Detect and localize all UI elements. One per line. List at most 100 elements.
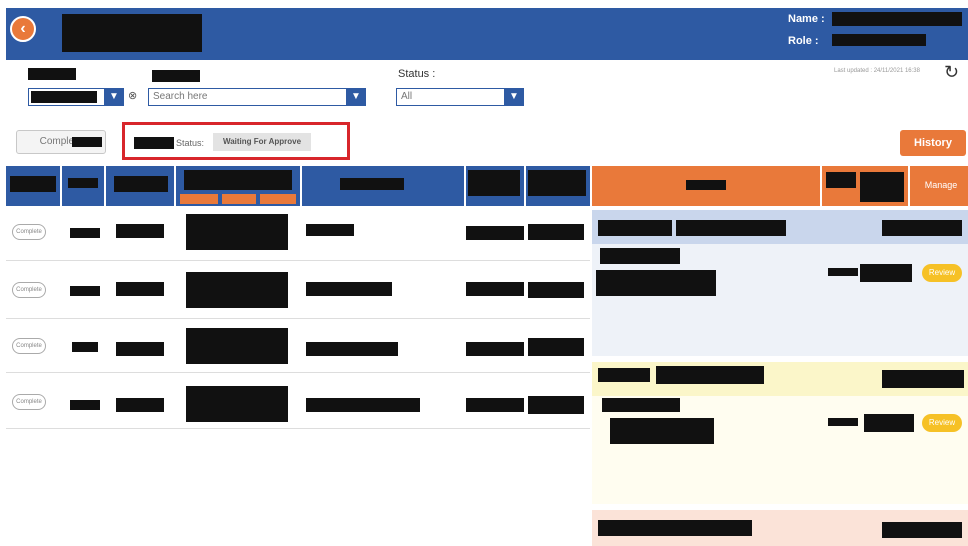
divider bbox=[222, 194, 256, 204]
review-button[interactable]: Review bbox=[922, 414, 962, 432]
redacted-block bbox=[186, 272, 288, 308]
redacted-count bbox=[72, 137, 102, 147]
redacted-block bbox=[70, 228, 100, 238]
redacted-block bbox=[466, 226, 524, 240]
redacted-block bbox=[72, 342, 98, 352]
divider bbox=[524, 166, 526, 206]
redacted-block bbox=[656, 366, 764, 384]
status-text: Status: bbox=[176, 138, 205, 148]
redacted-block bbox=[306, 224, 354, 236]
panel-row-2-body bbox=[592, 396, 968, 504]
redacted-search-label bbox=[152, 70, 200, 82]
search-input[interactable]: Search here ▼ bbox=[148, 88, 366, 106]
divider bbox=[6, 318, 590, 319]
redacted-block bbox=[468, 170, 520, 196]
redacted-block bbox=[828, 418, 858, 426]
redacted-block bbox=[676, 220, 786, 236]
redacted-title bbox=[62, 14, 202, 52]
redacted-block bbox=[186, 214, 288, 250]
redacted-block bbox=[882, 370, 964, 388]
status-select-value: All bbox=[401, 91, 413, 102]
redacted-block bbox=[116, 398, 164, 412]
redacted-filter-label bbox=[28, 68, 76, 80]
redacted-role bbox=[832, 34, 926, 46]
redacted-block bbox=[186, 328, 288, 364]
divider bbox=[260, 194, 296, 204]
status-badge: Complete bbox=[12, 224, 46, 240]
redacted-block bbox=[528, 396, 584, 414]
divider bbox=[300, 166, 302, 206]
review-button[interactable]: Review bbox=[922, 264, 962, 282]
redacted-block bbox=[340, 178, 404, 190]
name-label: Name : bbox=[788, 13, 825, 25]
redacted-block bbox=[598, 220, 672, 236]
divider bbox=[104, 166, 106, 206]
divider bbox=[908, 166, 910, 206]
clear-icon[interactable]: ⊗ bbox=[128, 89, 137, 102]
divider bbox=[6, 260, 590, 261]
redacted-block bbox=[466, 398, 524, 412]
redacted-block bbox=[10, 176, 56, 192]
redacted-block bbox=[68, 178, 98, 188]
chevron-down-icon: ▼ bbox=[346, 88, 366, 106]
redacted-block bbox=[114, 176, 168, 192]
redacted-block bbox=[860, 172, 904, 202]
manage-column-header: Manage bbox=[924, 180, 958, 190]
divider bbox=[6, 428, 590, 429]
divider bbox=[60, 166, 62, 206]
status-select[interactable]: All ▼ bbox=[396, 88, 524, 106]
redacted-block bbox=[860, 264, 912, 282]
redacted-value bbox=[31, 91, 97, 103]
redacted-block bbox=[598, 368, 650, 382]
search-placeholder: Search here bbox=[153, 91, 208, 102]
redacted-block bbox=[466, 282, 524, 296]
divider bbox=[820, 166, 822, 206]
redacted-block bbox=[184, 170, 292, 190]
divider bbox=[6, 372, 590, 373]
waiting-for-approve-badge[interactable]: Waiting For Approve bbox=[213, 133, 311, 151]
divider bbox=[180, 194, 218, 204]
type-select[interactable]: ▼ bbox=[28, 88, 124, 106]
redacted-block bbox=[882, 220, 962, 236]
redacted-block bbox=[882, 522, 962, 538]
divider bbox=[174, 166, 176, 206]
last-updated: Last updated : 24/11/2021 16:38 bbox=[834, 68, 920, 74]
redacted-block bbox=[306, 342, 398, 356]
redacted-block bbox=[864, 414, 914, 432]
table-header-right bbox=[592, 166, 968, 206]
status-badge: Complete bbox=[12, 282, 46, 298]
redacted-name bbox=[832, 12, 962, 26]
redacted-block bbox=[600, 248, 680, 264]
redacted-block bbox=[116, 342, 164, 356]
status-badge: Complete bbox=[12, 394, 46, 410]
redacted-block bbox=[306, 282, 392, 296]
redacted-block bbox=[116, 224, 164, 238]
redacted-block bbox=[686, 180, 726, 190]
redacted-block bbox=[528, 338, 584, 356]
redacted-block bbox=[528, 282, 584, 298]
redacted-block bbox=[602, 398, 680, 412]
history-button[interactable]: History bbox=[900, 130, 966, 156]
back-arrow-icon[interactable]: ‹ bbox=[10, 16, 36, 42]
divider bbox=[464, 166, 466, 206]
redacted-block bbox=[70, 400, 100, 410]
refresh-icon[interactable]: ↻ bbox=[944, 62, 959, 83]
redacted-status-name bbox=[134, 137, 174, 149]
redacted-block bbox=[598, 520, 752, 536]
status-filter-label: Status : bbox=[398, 68, 436, 80]
redacted-block bbox=[528, 170, 586, 196]
redacted-block bbox=[186, 386, 288, 422]
redacted-block bbox=[528, 224, 584, 240]
redacted-block bbox=[826, 172, 856, 188]
role-label: Role : bbox=[788, 35, 819, 47]
redacted-block bbox=[466, 342, 524, 356]
redacted-block bbox=[116, 282, 164, 296]
chevron-down-icon: ▼ bbox=[104, 88, 124, 106]
redacted-block bbox=[828, 268, 858, 276]
redacted-block bbox=[70, 286, 100, 296]
redacted-block bbox=[306, 398, 420, 412]
redacted-block bbox=[596, 270, 716, 296]
chevron-down-icon: ▼ bbox=[504, 88, 524, 106]
status-badge: Complete bbox=[12, 338, 46, 354]
redacted-block bbox=[610, 418, 714, 444]
